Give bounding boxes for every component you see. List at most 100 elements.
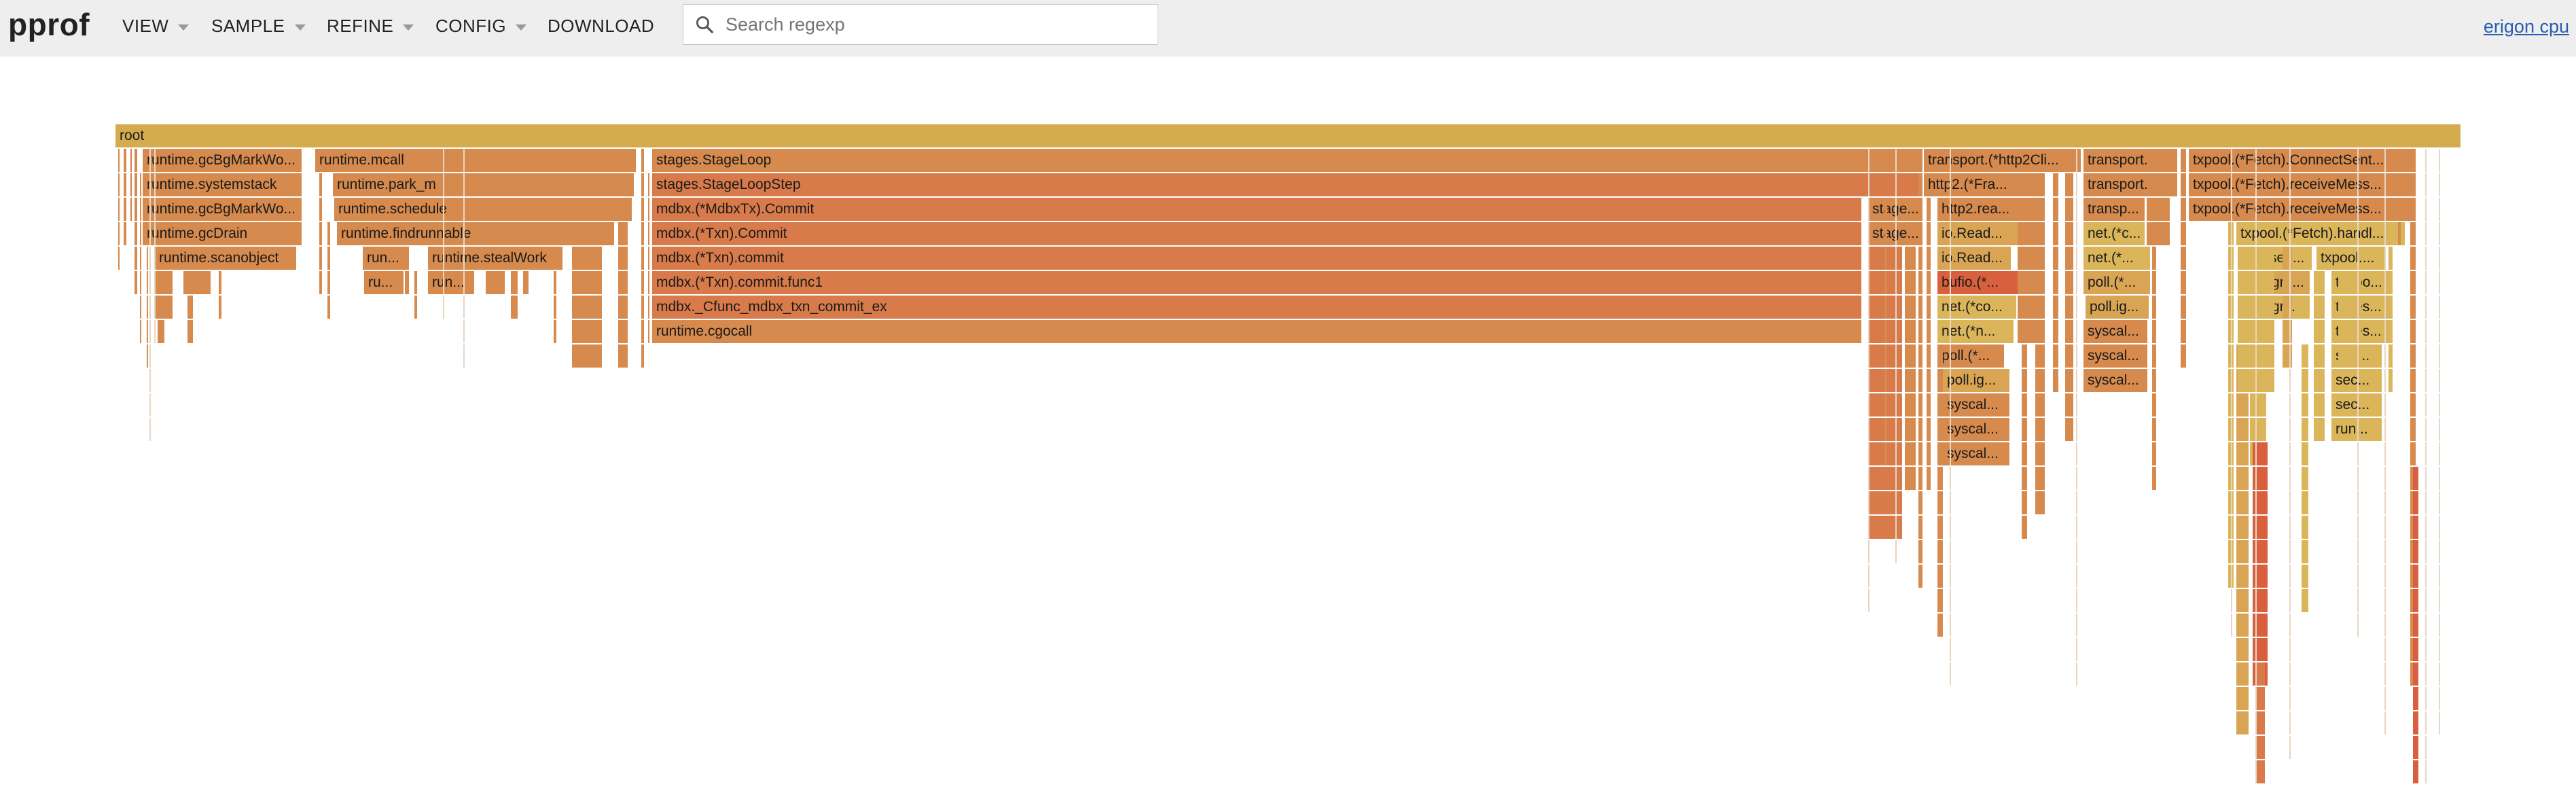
flame-frame[interactable] — [130, 173, 132, 196]
flame-frame[interactable] — [2065, 369, 2073, 392]
flame-frame[interactable]: syscal... — [1943, 393, 2009, 417]
flame-frame[interactable] — [1950, 344, 1951, 368]
flame-frame[interactable]: mdbx.(*Txn).commit.func1 — [652, 271, 1861, 294]
flame-frame[interactable] — [414, 296, 417, 319]
flame-frame[interactable] — [2384, 418, 2386, 441]
flame-frame[interactable] — [2439, 638, 2440, 661]
flame-frame[interactable] — [2250, 369, 2266, 392]
flame-frame[interactable] — [2357, 296, 2359, 319]
flame-frame[interactable] — [1937, 393, 1943, 417]
flame-frame[interactable]: transport.(*http2Cli... — [1924, 149, 2081, 172]
flame-frame[interactable]: poll.(*... — [2083, 271, 2150, 294]
flame-frame[interactable] — [2076, 516, 2077, 539]
flame-frame[interactable] — [149, 418, 151, 441]
flame-frame[interactable]: mdbx.(*Txn).Commit — [652, 222, 1861, 245]
flame-frame[interactable] — [2289, 516, 2291, 539]
flame-frame[interactable] — [2255, 149, 2257, 172]
flame-frame[interactable] — [2231, 247, 2232, 270]
flame-frame[interactable] — [2255, 687, 2257, 710]
flame-frame[interactable] — [2231, 344, 2232, 368]
flame-frame[interactable] — [554, 271, 556, 294]
flame-frame[interactable] — [1895, 247, 1897, 270]
flame-frame[interactable] — [2236, 540, 2249, 563]
flame-frame[interactable] — [2439, 516, 2440, 539]
flame-frame[interactable] — [618, 222, 628, 245]
flame-frame[interactable] — [2076, 540, 2077, 563]
flame-frame[interactable] — [154, 198, 156, 221]
flame-frame[interactable] — [2065, 344, 2073, 368]
flame-frame[interactable] — [2065, 296, 2073, 319]
flame-frame[interactable] — [648, 247, 649, 270]
flame-frame[interactable] — [2314, 320, 2325, 343]
flame-frame[interactable] — [2255, 711, 2257, 734]
flame-frame[interactable] — [2035, 467, 2045, 490]
flame-frame[interactable] — [1884, 369, 1887, 392]
flame-frame[interactable] — [2384, 296, 2386, 319]
flame-frame[interactable] — [2384, 320, 2386, 343]
flame-frame[interactable]: http2.(*Fra... — [1924, 173, 2018, 196]
flame-frame[interactable] — [1895, 491, 1897, 514]
flame-frame[interactable] — [2357, 418, 2359, 441]
flame-frame[interactable]: net.(*n... — [1937, 320, 2014, 343]
flame-frame[interactable] — [443, 222, 444, 245]
flame-frame[interactable] — [1927, 467, 1931, 490]
flame-frame[interactable] — [1895, 442, 1897, 465]
flame-frame[interactable] — [2413, 687, 2418, 710]
flame-frame[interactable] — [2384, 393, 2386, 417]
flame-frame[interactable] — [1868, 467, 1870, 490]
flame-frame[interactable]: root — [115, 124, 2461, 147]
flame-frame[interactable] — [2076, 467, 2077, 490]
flame-frame[interactable] — [618, 247, 628, 270]
flame-frame[interactable] — [641, 173, 644, 196]
flame-frame[interactable] — [1905, 344, 1916, 368]
flame-frame[interactable] — [2389, 320, 2393, 343]
flame-frame[interactable] — [2302, 589, 2308, 612]
flame-frame[interactable] — [2413, 589, 2418, 612]
flame-frame[interactable] — [118, 222, 120, 245]
flame-frame[interactable] — [140, 198, 141, 221]
flame-frame[interactable] — [1950, 393, 1951, 417]
flame-frame[interactable] — [124, 173, 126, 196]
flame-frame[interactable] — [2439, 711, 2440, 734]
flame-frame[interactable] — [2152, 344, 2156, 368]
flame-frame[interactable] — [2398, 149, 2401, 172]
flame-frame[interactable] — [1927, 271, 1931, 294]
flame-frame[interactable] — [1950, 638, 1951, 661]
flame-frame[interactable] — [2439, 467, 2440, 490]
flame-frame[interactable] — [2425, 149, 2427, 172]
flame-frame[interactable]: poll.ig... — [2086, 296, 2149, 319]
menu-view[interactable]: VIEW — [122, 12, 190, 39]
flame-frame[interactable] — [2425, 296, 2427, 319]
flame-frame[interactable] — [319, 222, 322, 245]
flame-frame[interactable] — [2413, 540, 2418, 563]
flame-frame[interactable] — [2425, 393, 2427, 417]
flame-frame[interactable]: run... — [428, 271, 474, 294]
flame-frame[interactable] — [327, 271, 330, 294]
flame-frame[interactable] — [1927, 418, 1931, 441]
flame-frame[interactable] — [2425, 222, 2427, 245]
flame-frame[interactable] — [2289, 320, 2291, 343]
flame-frame[interactable] — [2255, 247, 2257, 270]
flame-frame[interactable] — [2236, 442, 2249, 465]
flame-frame[interactable] — [2302, 565, 2308, 588]
flame-frame[interactable] — [2384, 198, 2386, 221]
flame-frame[interactable] — [2076, 344, 2077, 368]
flame-frame[interactable] — [2255, 687, 2265, 710]
flame-frame[interactable] — [2022, 369, 2027, 392]
flame-frame[interactable] — [327, 247, 330, 270]
flame-frame[interactable] — [2231, 467, 2232, 490]
flame-frame[interactable] — [2022, 467, 2027, 490]
flame-frame[interactable]: runtime.scanobject — [155, 247, 296, 270]
flame-frame[interactable] — [2255, 760, 2265, 783]
flame-frame[interactable] — [1950, 418, 1951, 441]
flame-frame[interactable] — [2357, 198, 2359, 221]
flame-frame[interactable] — [2413, 467, 2418, 490]
flame-frame[interactable] — [1927, 296, 1931, 319]
flame-frame[interactable] — [641, 320, 644, 343]
flame-frame[interactable] — [2152, 442, 2156, 465]
flame-frame[interactable] — [2425, 247, 2427, 270]
flame-frame[interactable] — [2231, 173, 2232, 196]
flame-frame[interactable] — [2076, 589, 2077, 612]
flame-frame[interactable] — [2065, 418, 2073, 441]
flame-frame[interactable] — [2302, 369, 2308, 392]
